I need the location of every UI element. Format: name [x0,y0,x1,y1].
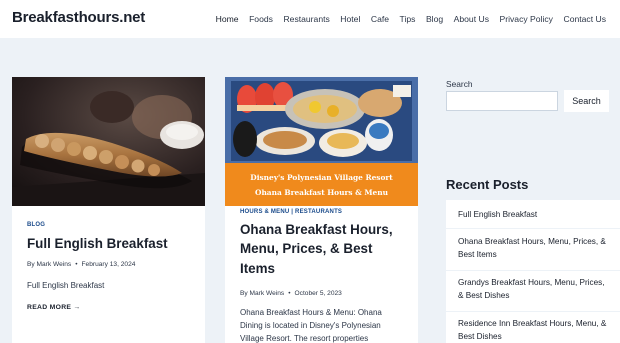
post-categories: HOURS & MENU | RESTAURANTS [240,209,342,215]
search-label: Search [446,79,473,89]
nav-tips[interactable]: Tips [400,0,416,38]
post-card-full-english: BLOG Full English Breakfast By Mark Wein… [12,77,205,343]
recent-posts-title: Recent Posts [446,177,529,192]
recent-post-line: Best Dishes [458,332,502,342]
post-title[interactable]: Ohana Breakfast Hours, Menu, Prices, & B… [240,220,418,278]
nav-hotel[interactable]: Hotel [340,0,360,38]
nav-privacy-policy[interactable]: Privacy Policy [500,0,553,38]
post-title-line: Items [240,260,275,276]
recent-post-line: Ohana Breakfast Hours, Menu, Prices, & [458,237,606,246]
search-button[interactable]: Search [564,90,609,112]
post-title[interactable]: Full English Breakfast [27,234,202,253]
nav-restaurants[interactable]: Restaurants [283,0,329,38]
nav-cafe[interactable]: Cafe [371,0,389,38]
nav-foods[interactable]: Foods [249,0,273,38]
read-more-link[interactable]: READ MORE → [27,304,81,311]
post-date: February 13, 2024 [81,261,136,268]
thumb-caption-resort: Disney's Polynesian Village Resort [250,173,393,182]
post-category[interactable]: BLOG [27,222,45,228]
recent-divider [446,311,620,312]
post-card-ohana: Disney's Polynesian Village Resort Ohana… [225,77,418,343]
post-excerpt: Ohana Breakfast Hours & Menu: Ohana Dini… [240,307,415,343]
recent-post-line: & Best Dishes [458,291,510,301]
post-title-line: Menu, Prices, & Best [240,241,373,257]
site-header: Breakfasthours.net Home Foods Restaurant… [0,0,620,38]
post-excerpt-line: Dining is located in Disney's Polynesian [240,320,381,330]
post-meta: By Mark Weins • October 5, 2023 [240,290,342,297]
post-excerpt: Full English Breakfast [27,281,105,290]
recent-post-link[interactable]: Full English Breakfast [458,208,616,221]
post-meta: By Mark Weins • February 13, 2024 [27,261,135,268]
category-restaurants[interactable]: RESTAURANTS [295,209,342,215]
site-logo[interactable]: Breakfasthours.net [12,9,145,26]
recent-divider [446,270,620,271]
nav-about-us[interactable]: About Us [454,0,489,38]
thumb-caption-hours: Ohana Breakfast Hours & Menu [255,188,389,197]
post-excerpt-line: Village Resort. The resort properties [240,333,369,343]
post-date: October 5, 2023 [294,290,342,297]
recent-post-link[interactable]: Residence Inn Breakfast Hours, Menu, & B… [458,317,616,343]
post-author[interactable]: By Mark Weins [240,290,284,297]
search-input[interactable] [446,91,558,111]
recent-posts-list: Full English Breakfast Ohana Breakfast H… [446,200,620,343]
nav-contact-us[interactable]: Contact Us [563,0,606,38]
meta-separator: • [288,290,291,297]
post-thumbnail-eclair[interactable] [12,77,205,206]
recent-post-line: Grandys Breakfast Hours, Menu, Prices, [458,278,605,287]
category-hours-menu[interactable]: HOURS & MENU [240,209,289,215]
nav-blog[interactable]: Blog [426,0,443,38]
recent-post-link[interactable]: Grandys Breakfast Hours, Menu, Prices, &… [458,276,616,302]
post-thumbnail-ohana[interactable]: Disney's Polynesian Village Resort Ohana… [225,77,418,206]
nav-home[interactable]: Home [216,0,239,38]
recent-post-line: Best Items [458,250,497,260]
post-author[interactable]: By Mark Weins [27,261,71,268]
category-separator: | [291,209,294,215]
post-excerpt-line: Ohana Breakfast Hours & Menu: Ohana [240,308,382,317]
recent-divider [446,228,620,229]
recent-post-line: Residence Inn Breakfast Hours, Menu, & [458,319,607,328]
meta-separator: • [75,261,78,268]
recent-post-link[interactable]: Ohana Breakfast Hours, Menu, Prices, & B… [458,235,616,261]
main-nav: Home Foods Restaurants Hotel Cafe Tips B… [205,0,606,38]
post-title-line: Ohana Breakfast Hours, [240,222,393,237]
